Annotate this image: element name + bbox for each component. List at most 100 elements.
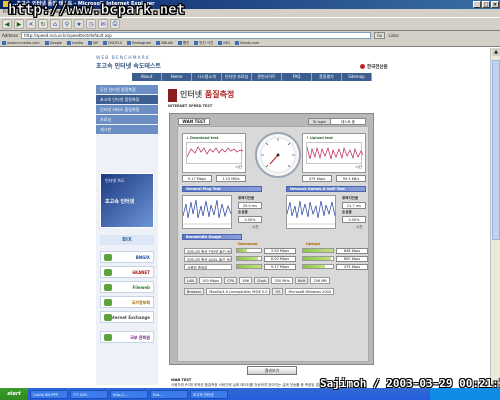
link-item[interactable]: media bbox=[67, 39, 83, 46]
minimize-button[interactable]: _ bbox=[473, 1, 481, 8]
left-menu-item[interactable]: 자료실 bbox=[96, 115, 158, 124]
ping1-loss-value: 0.00% bbox=[238, 216, 262, 223]
upload-bar bbox=[302, 256, 334, 261]
sponsor-link[interactable]: 국가정보화 bbox=[100, 296, 154, 308]
history-icon[interactable]: ◷ bbox=[86, 19, 96, 29]
sponsor-link[interactable]: 국부 문화원 bbox=[100, 331, 154, 343]
left-menu-item[interactable]: 무선 인터넷 품질측정 bbox=[96, 85, 158, 94]
tab-general-ping[interactable]: General Ping Test bbox=[182, 186, 262, 192]
start-button[interactable]: start bbox=[0, 388, 28, 400]
title-text: 인터넷 품질측정 bbox=[180, 89, 234, 100]
taskbar-item[interactable]: Cache 8M.PPP bbox=[30, 389, 68, 399]
go-button[interactable]: Go bbox=[373, 31, 386, 39]
bandwidth-row-label: 우리나라 평균 인터넷 회선 속도 bbox=[184, 248, 232, 254]
upload-bar-fill bbox=[303, 265, 325, 268]
scroll-up-icon[interactable]: ▲ bbox=[492, 48, 500, 56]
window-controls: _ □ × bbox=[473, 1, 499, 8]
left-menu-item[interactable]: 게시판 bbox=[96, 125, 158, 134]
nav-related[interactable]: 관련사이트 bbox=[252, 73, 282, 81]
sponsor-link[interactable]: 6KANET bbox=[100, 266, 154, 278]
download-bar-fill bbox=[237, 249, 248, 252]
cpu-value: 586 bbox=[239, 277, 252, 284]
page-content: WEB BENCHMARK 초고속 인터넷 속도테스트 한국전산원 About … bbox=[0, 48, 490, 388]
upload-graph: Upload test 시간 bbox=[302, 133, 366, 173]
sponsor-link[interactable]: BNGIX bbox=[100, 251, 154, 263]
vertical-scrollbar[interactable]: ▲ ▼ bbox=[490, 48, 500, 388]
results-panel: Download test 시간 9.17 Mbps 1.15 MB/s bbox=[177, 126, 369, 362]
left-menu: 무선 인터넷 품질측정 초고속 인터넷 품질측정 인터넷 서비스 품질측정 자료… bbox=[96, 85, 158, 134]
nav-about[interactable]: About bbox=[132, 73, 162, 81]
nav-system[interactable]: 시스템소개 bbox=[192, 73, 222, 81]
lan-value: 100 Mbps bbox=[199, 277, 223, 284]
download-bar bbox=[236, 264, 262, 269]
link-item[interactable]: Radiogram bbox=[127, 39, 151, 46]
taskbar-item[interactable]: http://..... bbox=[110, 389, 148, 399]
sponsor-link[interactable]: Internet Exchange bbox=[100, 311, 154, 323]
link-item[interactable]: BBLAB bbox=[156, 39, 173, 46]
left-menu-item[interactable]: 초고속 인터넷 품질측정 bbox=[96, 95, 158, 104]
promo-banner[interactable]: 인터넷 속도 초고속 인터넷 bbox=[100, 173, 154, 228]
link-item[interactable]: 멋진 사진 bbox=[194, 39, 213, 46]
title-badge-icon bbox=[168, 89, 177, 102]
tab-network-games[interactable]: Network Games & VoIP Test bbox=[286, 186, 366, 192]
link-item[interactable]: Google bbox=[45, 39, 62, 46]
close-button[interactable]: × bbox=[491, 1, 499, 8]
upload-speed-kb: 59.3 KB/s bbox=[336, 175, 366, 182]
nav-home[interactable]: Home bbox=[162, 73, 192, 81]
site-logo[interactable]: WEB BENCHMARK 초고속 인터넷 속도테스트 bbox=[96, 56, 186, 70]
nav-library[interactable]: 인터넷 자료실 bbox=[222, 73, 252, 81]
home-icon[interactable]: ⌂ bbox=[50, 19, 60, 29]
taskbar-item[interactable]: Eva... bbox=[150, 389, 188, 399]
cpu-key: CPU bbox=[224, 277, 238, 284]
mail-icon[interactable]: ✉ bbox=[98, 19, 108, 29]
bandwidth-row: 우리나라 평균 인터넷 회선 속도 3.94 Mbps 648 Kbps bbox=[184, 248, 370, 254]
org-logo[interactable]: 한국전산원 bbox=[360, 64, 388, 70]
watermark-url: http://www.bcpark.net bbox=[8, 2, 186, 19]
address-bar: Address http://speed.nca.or.kr/speedtest… bbox=[0, 31, 500, 39]
bandwidth-row-label: 사용자 측정값 bbox=[184, 264, 232, 270]
ping2-rtt-label: 왕복지연율 bbox=[342, 196, 359, 200]
taskbar-item[interactable]: ??? SUP... bbox=[70, 389, 108, 399]
stop-icon[interactable]: ✕ bbox=[26, 19, 36, 29]
link-item[interactable]: www.ccmedia.com bbox=[2, 39, 40, 46]
favorites-icon[interactable]: ★ bbox=[74, 19, 84, 29]
login-box[interactable]: To login 테스트 중 bbox=[308, 118, 366, 125]
nav-faq[interactable]: FAQ bbox=[282, 73, 312, 81]
search-icon[interactable]: ⚲ bbox=[62, 19, 72, 29]
tab-bandwidth-gauge[interactable]: Bandwidth Gauge bbox=[182, 234, 242, 240]
print-icon[interactable]: ⎙ bbox=[110, 19, 120, 29]
taskbar-item[interactable]: 초고속 인터넷 bbox=[190, 389, 228, 399]
lan-key: LAN bbox=[184, 277, 198, 284]
scroll-thumb[interactable] bbox=[492, 60, 500, 240]
address-input[interactable]: http://speed.nca.or.kr/speedtest/default… bbox=[20, 31, 371, 39]
upload-speed-kbps: 475 Kbps bbox=[302, 175, 332, 182]
left-menu-item[interactable]: 인터넷 서비스 품질측정 bbox=[96, 105, 158, 114]
link-item[interactable]: IMG bbox=[218, 39, 230, 46]
back-icon[interactable]: ◀ bbox=[2, 19, 12, 29]
ping1-rtt-label: 왕복지연율 bbox=[238, 196, 255, 200]
logo-main-text: 초고속 인터넷 속도테스트 bbox=[96, 63, 161, 70]
site-nav: About Home 시스템소개 인터넷 자료실 관련사이트 FAQ 품질평가 … bbox=[132, 73, 372, 81]
download-value: 3.94 Mbps bbox=[264, 248, 296, 254]
nav-sitemap[interactable]: Sitemap bbox=[342, 73, 372, 81]
maximize-button[interactable]: □ bbox=[482, 1, 490, 8]
ping2-loss-value: 0.00% bbox=[342, 216, 366, 223]
forward-icon[interactable]: ▶ bbox=[14, 19, 24, 29]
refresh-icon[interactable]: ↻ bbox=[38, 19, 48, 29]
view-results-button[interactable]: 결과보기 bbox=[247, 366, 297, 375]
download-bar bbox=[236, 256, 262, 261]
link-item[interactable]: DSDFLS bbox=[103, 39, 122, 46]
browser-info-row: Browser Mozilla/4.0 (compatible; MSIE 5.0… bbox=[184, 288, 336, 295]
nav-quality[interactable]: 품질평가 bbox=[312, 73, 342, 81]
download-bar-fill bbox=[237, 257, 258, 260]
link-item[interactable]: ISP bbox=[88, 39, 98, 46]
system-info-row: LAN 100 Mbps CPU 586 Clock 350 MHz RAM 256 M… bbox=[184, 277, 332, 284]
sponsor-link[interactable]: Fileweb bbox=[100, 281, 154, 293]
clock-value: 350 MHz bbox=[271, 277, 293, 284]
link-item[interactable]: Seeds.com bbox=[235, 39, 259, 46]
link-item[interactable]: 웹진 bbox=[178, 39, 189, 46]
ping1-time-label: 시간 bbox=[252, 225, 259, 229]
upload-value: 475 Kbps bbox=[336, 264, 368, 270]
tab-wan-test[interactable]: WAN TEST bbox=[178, 118, 210, 125]
ping2-time-label: 시간 bbox=[356, 225, 363, 229]
